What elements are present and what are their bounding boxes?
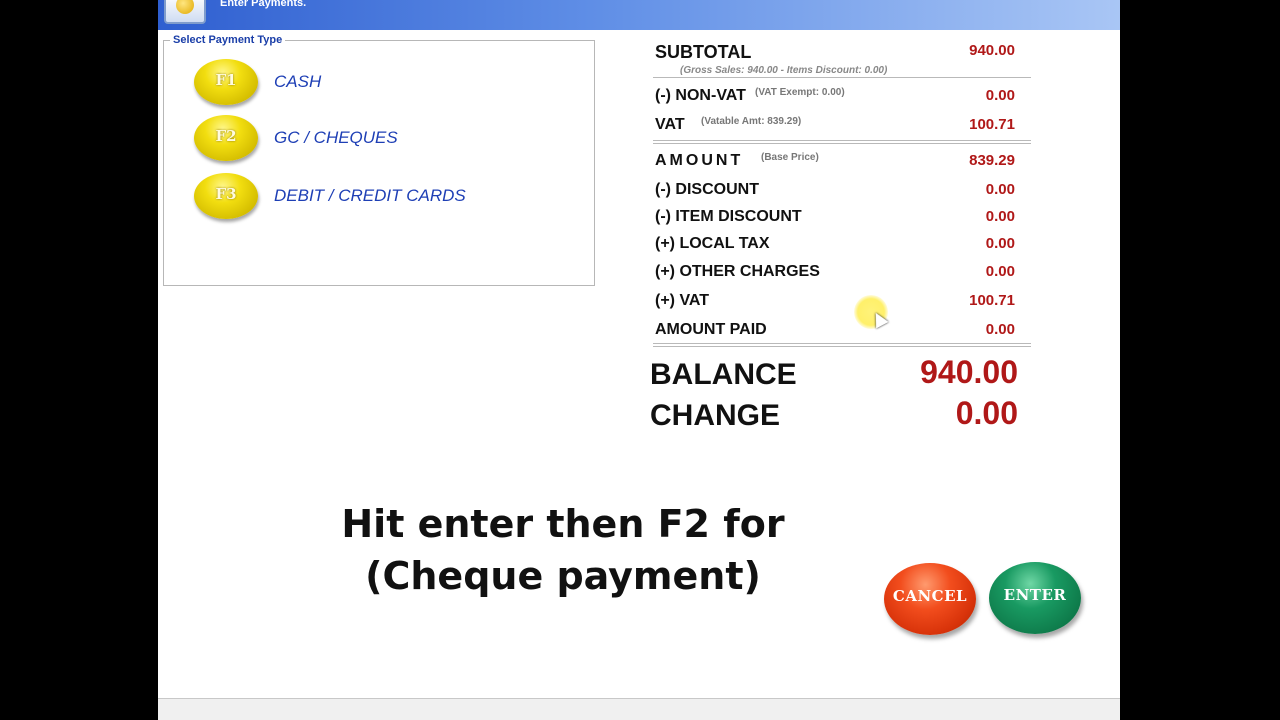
amount-label: AMOUNT — [655, 152, 744, 169]
payment-type-legend: Select Payment Type — [170, 34, 286, 46]
item-discount-value: 0.00 — [985, 208, 1015, 225]
plus-vat-label: (+) VAT — [655, 292, 710, 309]
non-vat-value: 0.00 — [985, 87, 1015, 104]
amount-value: 839.29 — [969, 152, 1015, 169]
non-vat-label: (-) NON-VAT — [655, 87, 746, 104]
window-title: Enter Payments. — [220, 0, 307, 9]
vat-row: VAT (Vatable Amt: 839.29) 100.71 — [655, 116, 1015, 140]
f1-key-button[interactable]: F1 — [194, 59, 258, 105]
caption-line-2: (Cheque payment) — [365, 554, 761, 598]
bottom-status-strip — [158, 698, 1120, 720]
cancel-button[interactable]: CANCEL — [884, 563, 976, 635]
payment-option-gc-cheques[interactable]: F2 GC / CHEQUES — [194, 115, 584, 165]
payment-option-cash[interactable]: F1 CASH — [194, 59, 584, 109]
change-row: CHANGE 0.00 — [648, 395, 1018, 439]
vat-label: VAT — [655, 116, 685, 133]
divider — [653, 77, 1031, 78]
discount-label: (-) DISCOUNT — [655, 181, 759, 198]
balance-row: BALANCE 940.00 — [648, 354, 1018, 398]
plus-vat-row: (+) VAT 100.71 — [655, 292, 1015, 316]
f2-key-button[interactable]: F2 — [194, 115, 258, 161]
amount-paid-row: AMOUNT PAID 0.00 — [655, 321, 1015, 345]
payment-window: Enter Payments. Select Payment Type F1 C… — [158, 0, 1120, 720]
payment-type-group: Select Payment Type F1 CASH F2 GC / CHEQ… — [163, 34, 595, 286]
f3-key-button[interactable]: F3 — [194, 173, 258, 219]
vat-exempt-note: (VAT Exempt: 0.00) — [755, 87, 845, 98]
caption-line-1: Hit enter then F2 for — [341, 502, 785, 546]
subtotal-row: SUBTOTAL 940.00 (Gross Sales: 940.00 - I… — [655, 42, 1015, 76]
amount-row: AMOUNT (Base Price) 839.29 — [655, 152, 1015, 176]
item-discount-row: (-) ITEM DISCOUNT 0.00 — [655, 208, 1015, 232]
subtotal-label: SUBTOTAL — [655, 42, 752, 62]
amount-paid-label: AMOUNT PAID — [655, 321, 767, 338]
discount-value: 0.00 — [985, 181, 1015, 198]
app-logo-icon — [164, 0, 206, 24]
payment-summary: SUBTOTAL 940.00 (Gross Sales: 940.00 - I… — [648, 38, 1032, 438]
gross-sales-detail: (Gross Sales: 940.00 - Items Discount: 0… — [680, 65, 888, 76]
other-charges-value: 0.00 — [985, 263, 1015, 280]
divider — [653, 343, 1031, 347]
change-label: CHANGE — [650, 399, 781, 432]
local-tax-value: 0.00 — [985, 235, 1015, 252]
local-tax-row: (+) LOCAL TAX 0.00 — [655, 235, 1015, 259]
payment-option-label[interactable]: GC / CHEQUES — [274, 128, 398, 148]
base-price-note: (Base Price) — [761, 152, 819, 163]
tutorial-caption: Hit enter then F2 for (Cheque payment) — [238, 498, 888, 602]
non-vat-row: (-) NON-VAT (VAT Exempt: 0.00) 0.00 — [655, 87, 1015, 111]
balance-value: 940.00 — [920, 354, 1018, 390]
enter-button[interactable]: ENTER — [989, 562, 1081, 634]
subtotal-value: 940.00 — [969, 42, 1015, 59]
amount-paid-value: 0.00 — [985, 321, 1015, 338]
balance-label: BALANCE — [650, 358, 797, 391]
other-charges-row: (+) OTHER CHARGES 0.00 — [655, 263, 1015, 287]
payment-option-label[interactable]: CASH — [274, 72, 321, 92]
local-tax-label: (+) LOCAL TAX — [655, 235, 770, 252]
divider — [653, 140, 1031, 144]
plus-vat-value: 100.71 — [969, 292, 1015, 309]
other-charges-label: (+) OTHER CHARGES — [655, 263, 820, 280]
vatable-amount-note: (Vatable Amt: 839.29) — [701, 116, 802, 127]
payment-option-cards[interactable]: F3 DEBIT / CREDIT CARDS — [194, 173, 584, 223]
item-discount-label: (-) ITEM DISCOUNT — [655, 208, 802, 225]
title-bar: Enter Payments. — [158, 0, 1120, 30]
discount-row: (-) DISCOUNT 0.00 — [655, 181, 1015, 205]
vat-value: 100.71 — [969, 116, 1015, 133]
change-value: 0.00 — [955, 395, 1018, 431]
payment-option-label[interactable]: DEBIT / CREDIT CARDS — [274, 186, 466, 206]
